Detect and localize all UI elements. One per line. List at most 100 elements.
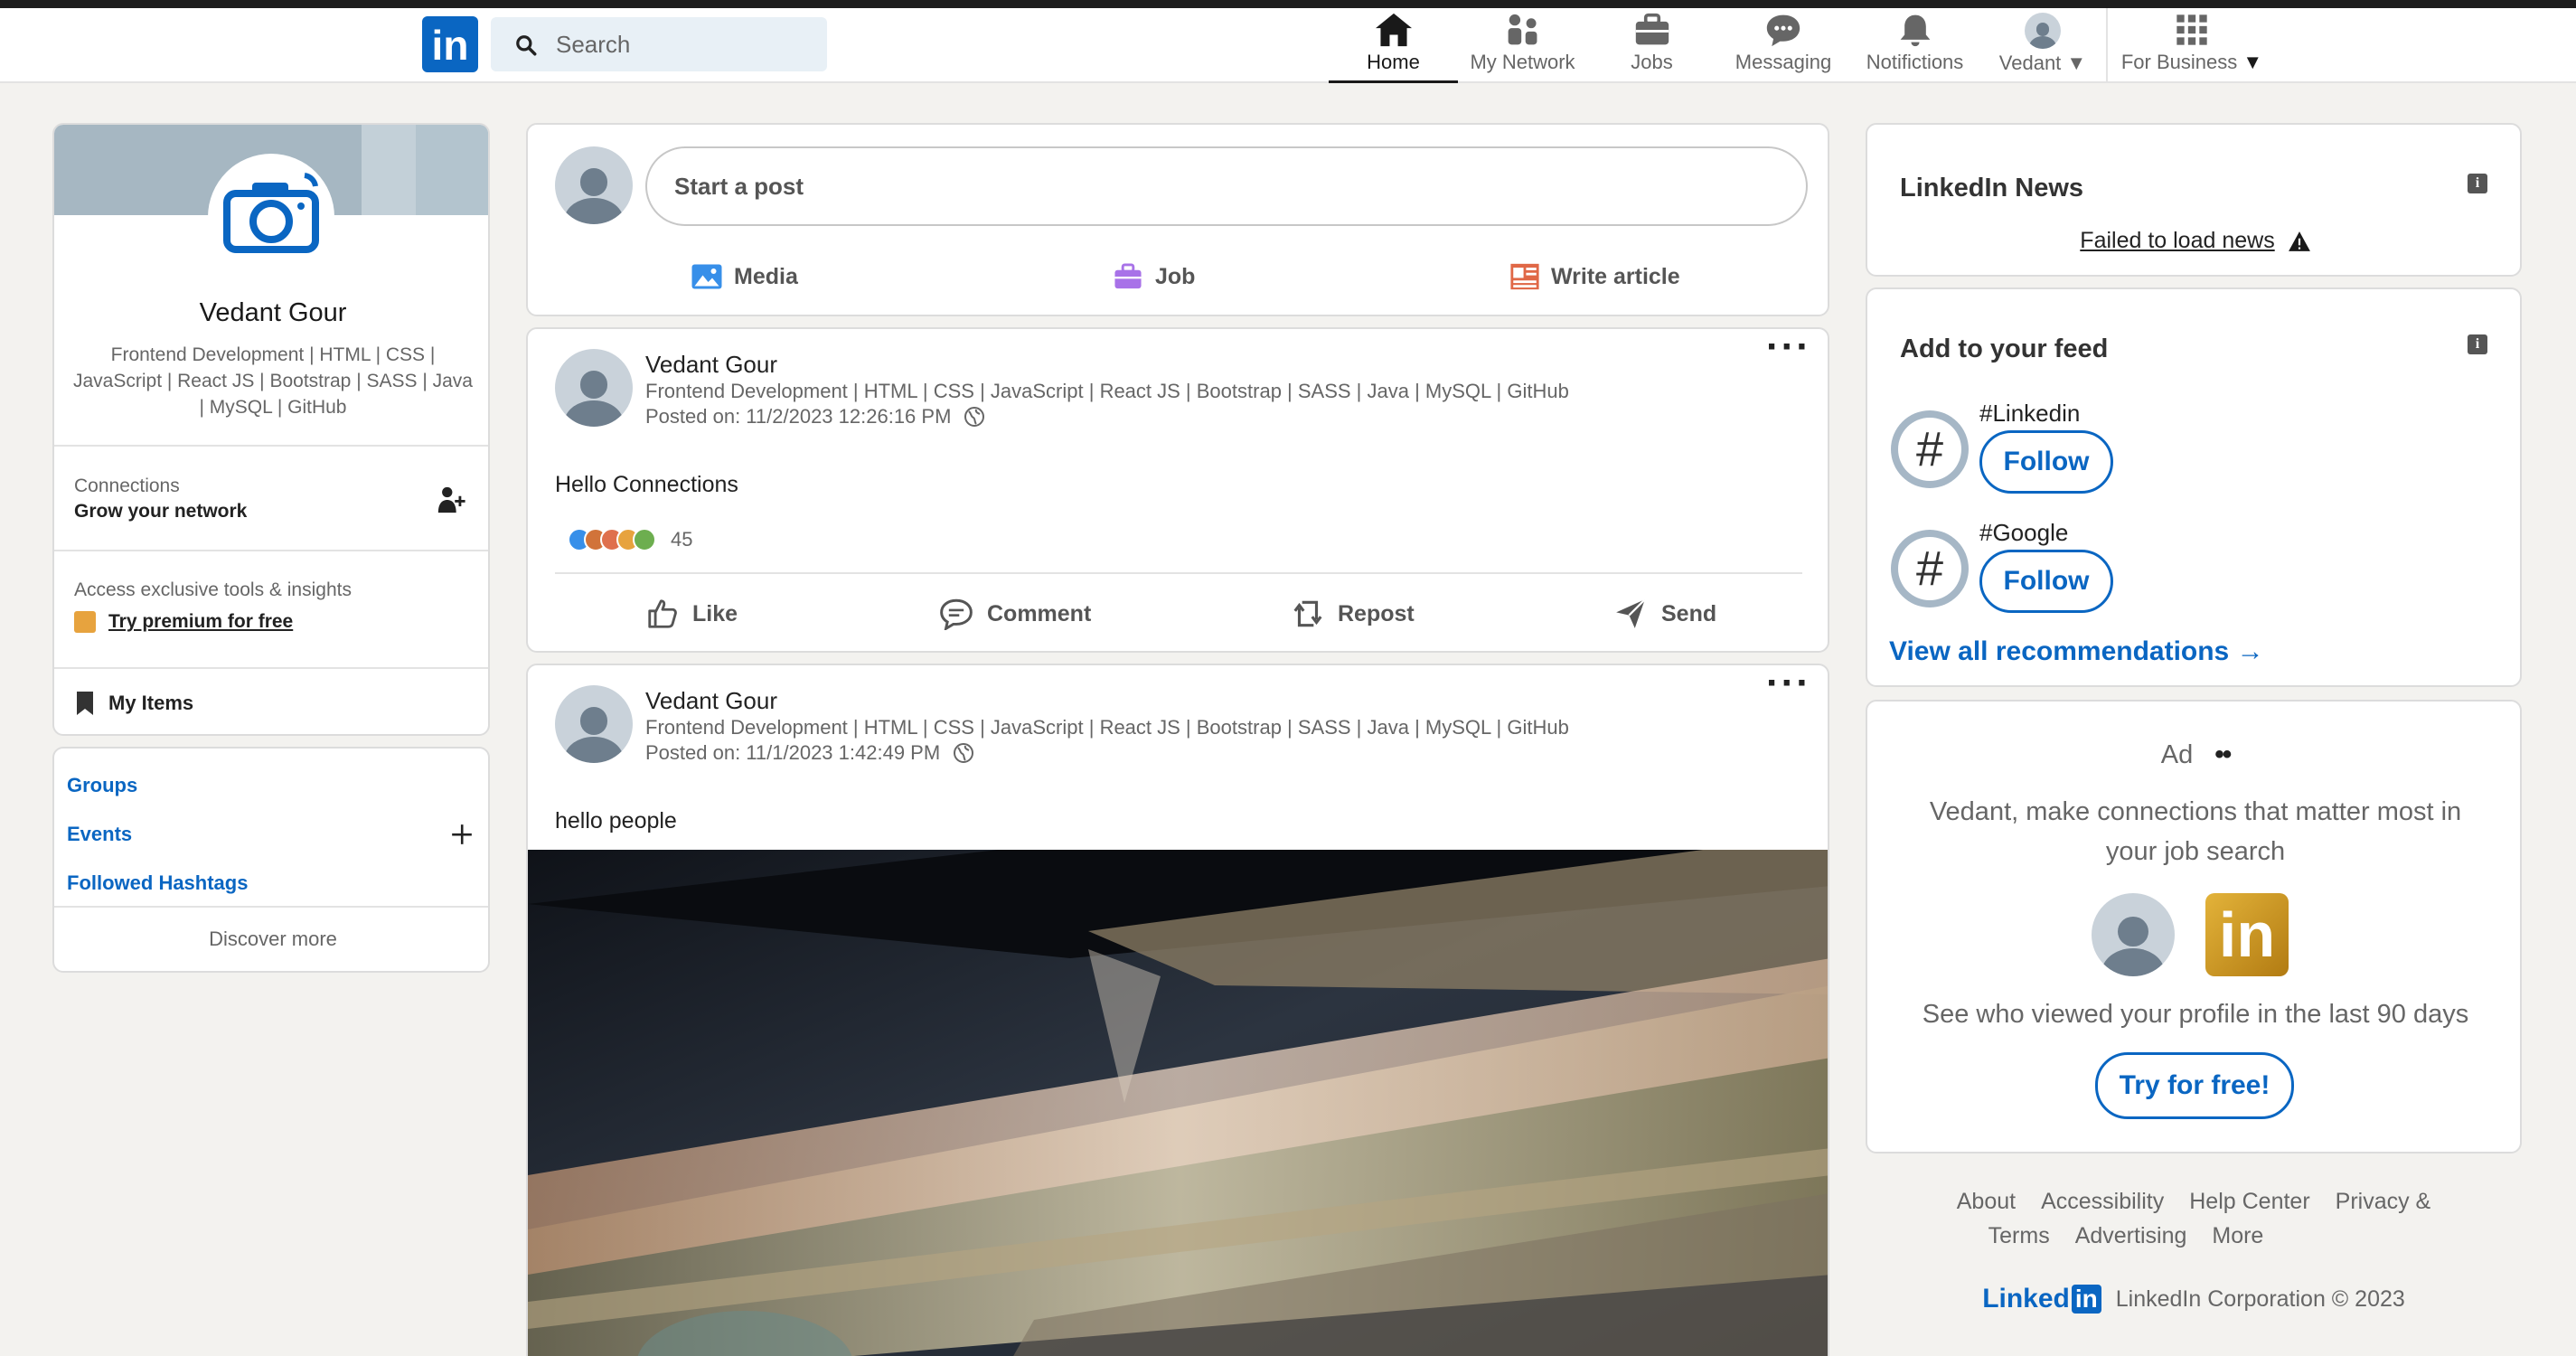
footer-link[interactable]: Advertising <box>2075 1219 2187 1253</box>
follow-button[interactable]: Follow <box>1979 550 2113 613</box>
repost-button[interactable]: Repost <box>1291 574 1415 651</box>
start-post-input[interactable]: Start a post <box>645 146 1808 226</box>
connections-row[interactable]: Connections Grow your network <box>54 447 488 550</box>
comment-button[interactable]: Comment <box>938 574 1091 651</box>
linkedin-logo[interactable]: in <box>422 16 478 72</box>
more-options-icon[interactable]: ··· <box>1766 329 1811 367</box>
nav-for-business[interactable]: For Business ▼ <box>2115 8 2269 83</box>
my-items-row[interactable]: My Items <box>76 691 193 716</box>
groups-link[interactable]: Groups <box>67 774 137 797</box>
send-icon <box>1616 598 1646 628</box>
news-error-link[interactable]: Failed to load news <box>2080 228 2274 254</box>
nav-label: My Network <box>1470 51 1575 73</box>
post-timestamp: Posted on: 11/2/2023 12:26:16 PM <box>645 405 952 428</box>
profile-name[interactable]: Vedant Gour <box>54 298 488 328</box>
wordmark-in: in <box>2071 1285 2101 1314</box>
nav-messaging[interactable]: Messaging <box>1716 8 1850 83</box>
post-author[interactable]: Vedant Gour <box>645 687 777 715</box>
reactions-summary[interactable]: 45 <box>568 528 692 551</box>
ad-subtext: See who viewed your profile in the last … <box>1922 1000 2469 1029</box>
post-composer: Start a post Media Job Write article <box>526 123 1829 316</box>
support-reaction-icon <box>633 528 656 551</box>
nav-me[interactable]: Vedant ▼ <box>1979 8 2106 83</box>
post-author[interactable]: Vedant Gour <box>645 351 777 379</box>
nav-my-network[interactable]: My Network <box>1458 8 1587 83</box>
footer-brand: Linked in LinkedIn Corporation © 2023 <box>1866 1284 2522 1314</box>
more-options-icon[interactable]: •• <box>2214 739 2232 770</box>
info-icon[interactable]: i <box>2468 334 2487 354</box>
hashtag-name[interactable]: #Linkedin <box>1979 400 2080 428</box>
copyright: LinkedIn Corporation © 2023 <box>2115 1285 2405 1312</box>
linkedin-wordmark[interactable]: Linked in <box>1982 1284 2101 1314</box>
user-avatar <box>2092 893 2175 976</box>
divider <box>54 667 488 669</box>
premium-link[interactable]: Try premium for free <box>108 611 293 633</box>
footer-link[interactable]: Accessibility <box>2041 1184 2164 1219</box>
footer-link[interactable]: Terms <box>1988 1219 2050 1253</box>
ad-label: Ad <box>2160 739 2194 769</box>
hashtags-link[interactable]: Followed Hashtags <box>67 871 248 895</box>
bell-icon <box>1900 14 1930 47</box>
nav-jobs[interactable]: Jobs <box>1587 8 1716 83</box>
send-button[interactable]: Send <box>1612 574 1717 651</box>
briefcase-icon <box>1114 263 1142 289</box>
search-input[interactable] <box>556 17 818 71</box>
globe-icon <box>964 407 985 427</box>
caret-down-icon: ▼ <box>2066 52 2087 74</box>
media-button[interactable]: Media <box>691 250 871 304</box>
more-options-icon[interactable]: ··· <box>1766 665 1811 703</box>
feed-title: Add to your feed <box>1900 334 2109 363</box>
discover-more-button[interactable]: Discover more <box>54 928 488 951</box>
hashtag-icon: # <box>1891 530 1969 607</box>
nav-home[interactable]: Home <box>1329 8 1458 83</box>
info-icon[interactable]: i <box>2468 174 2487 193</box>
nav-notifications[interactable]: Notifictions <box>1850 8 1979 83</box>
add-person-icon <box>437 486 465 513</box>
write-article-button[interactable]: Write article <box>1509 250 1744 304</box>
media-label: Media <box>734 263 798 289</box>
grid-icon <box>2176 14 2207 45</box>
home-icon <box>1375 13 1412 47</box>
news-title: LinkedIn News <box>1900 174 2084 202</box>
feed-post: Vedant Gour Frontend Development | HTML … <box>526 327 1829 653</box>
camera-icon <box>223 173 319 253</box>
image-icon <box>691 264 722 289</box>
connections-label: Connections <box>74 476 180 496</box>
user-avatar[interactable] <box>555 146 633 224</box>
caret-down-icon: ▼ <box>2242 51 2263 73</box>
hashtag-name[interactable]: #Google <box>1979 519 2068 547</box>
post-timestamp: Posted on: 11/1/2023 1:42:49 PM <box>645 741 941 764</box>
footer-link[interactable]: About <box>1957 1184 2016 1219</box>
briefcase-icon <box>1635 13 1669 45</box>
post-actions: Like Comment Repost Send <box>528 574 1828 651</box>
comment-icon <box>940 598 973 630</box>
author-avatar[interactable] <box>555 349 633 427</box>
profile-photo[interactable] <box>208 154 334 280</box>
divider <box>54 550 488 551</box>
nav-divider <box>2106 8 2108 83</box>
like-button[interactable]: Like <box>645 574 738 651</box>
reaction-count: 45 <box>671 528 693 551</box>
repost-icon <box>1293 600 1322 627</box>
nav-label: For Business <box>2120 51 2238 73</box>
footer-links: About Accessibility Help Center Privacy … <box>1866 1184 2522 1253</box>
repost-label: Repost <box>1338 600 1415 626</box>
job-button[interactable]: Job <box>1112 250 1256 304</box>
footer-link[interactable]: Help Center <box>2189 1184 2309 1219</box>
post-image[interactable] <box>528 850 1828 1356</box>
send-label: Send <box>1661 600 1717 626</box>
plus-icon[interactable] <box>450 823 474 846</box>
post-text: hello people <box>555 808 677 833</box>
view-all-recommendations-link[interactable]: View all recommendations → <box>1889 636 2264 667</box>
premium-row[interactable]: Try premium for free <box>74 611 293 633</box>
events-link[interactable]: Events <box>67 823 132 846</box>
profile-card: Vedant Gour Frontend Development | HTML … <box>52 123 490 736</box>
try-for-free-button[interactable]: Try for free! <box>2095 1052 2294 1119</box>
footer-link[interactable]: Privacy & <box>2336 1184 2431 1219</box>
nav-label: Jobs <box>1631 51 1673 73</box>
footer-link[interactable]: More <box>2212 1219 2263 1253</box>
search-box[interactable] <box>491 17 827 71</box>
nav-label: Messaging <box>1735 51 1832 73</box>
author-avatar[interactable] <box>555 685 633 763</box>
follow-button[interactable]: Follow <box>1979 430 2113 494</box>
